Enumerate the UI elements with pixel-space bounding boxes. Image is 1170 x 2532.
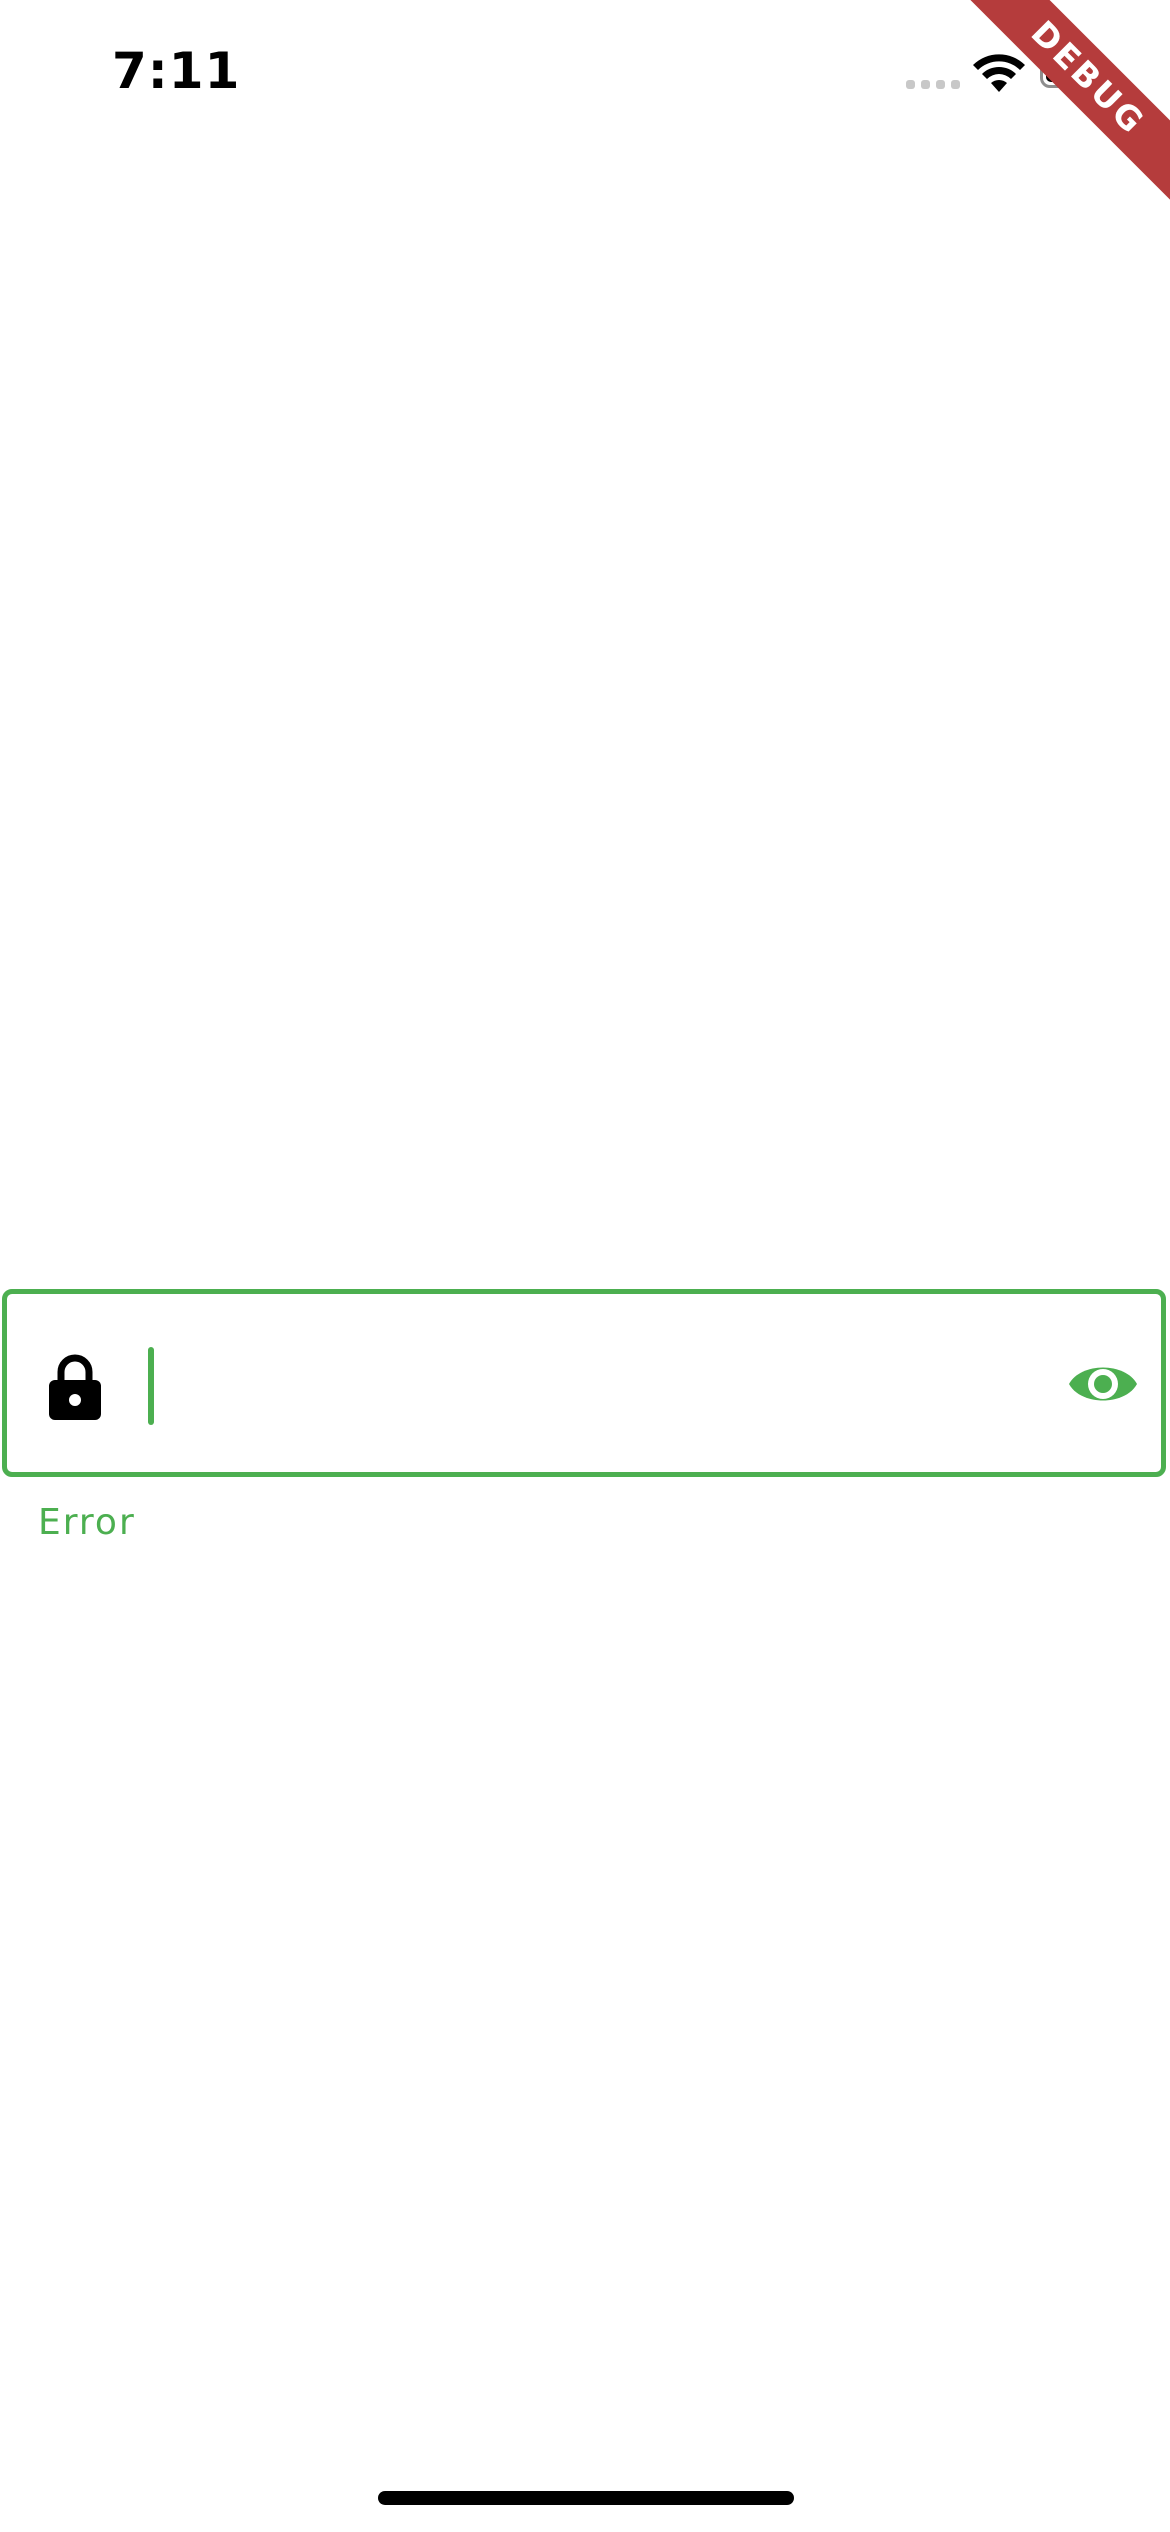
error-helper-text: Error — [38, 1502, 136, 1543]
app-screen: 7:11 DEBUG Error — [0, 0, 1170, 2532]
lock-icon — [49, 1354, 101, 1420]
cellular-signal-icon — [906, 80, 960, 89]
password-field[interactable] — [2, 1289, 1166, 1477]
battery-icon — [1040, 56, 1106, 88]
text-cursor — [148, 1347, 154, 1425]
status-bar: 7:11 — [0, 0, 1170, 150]
eye-icon[interactable] — [1067, 1356, 1139, 1412]
battery-tip — [1108, 66, 1113, 78]
wifi-icon — [973, 54, 1025, 92]
status-time: 7:11 — [112, 42, 241, 100]
home-indicator[interactable] — [378, 2491, 794, 2505]
password-input[interactable] — [157, 1334, 1031, 1436]
